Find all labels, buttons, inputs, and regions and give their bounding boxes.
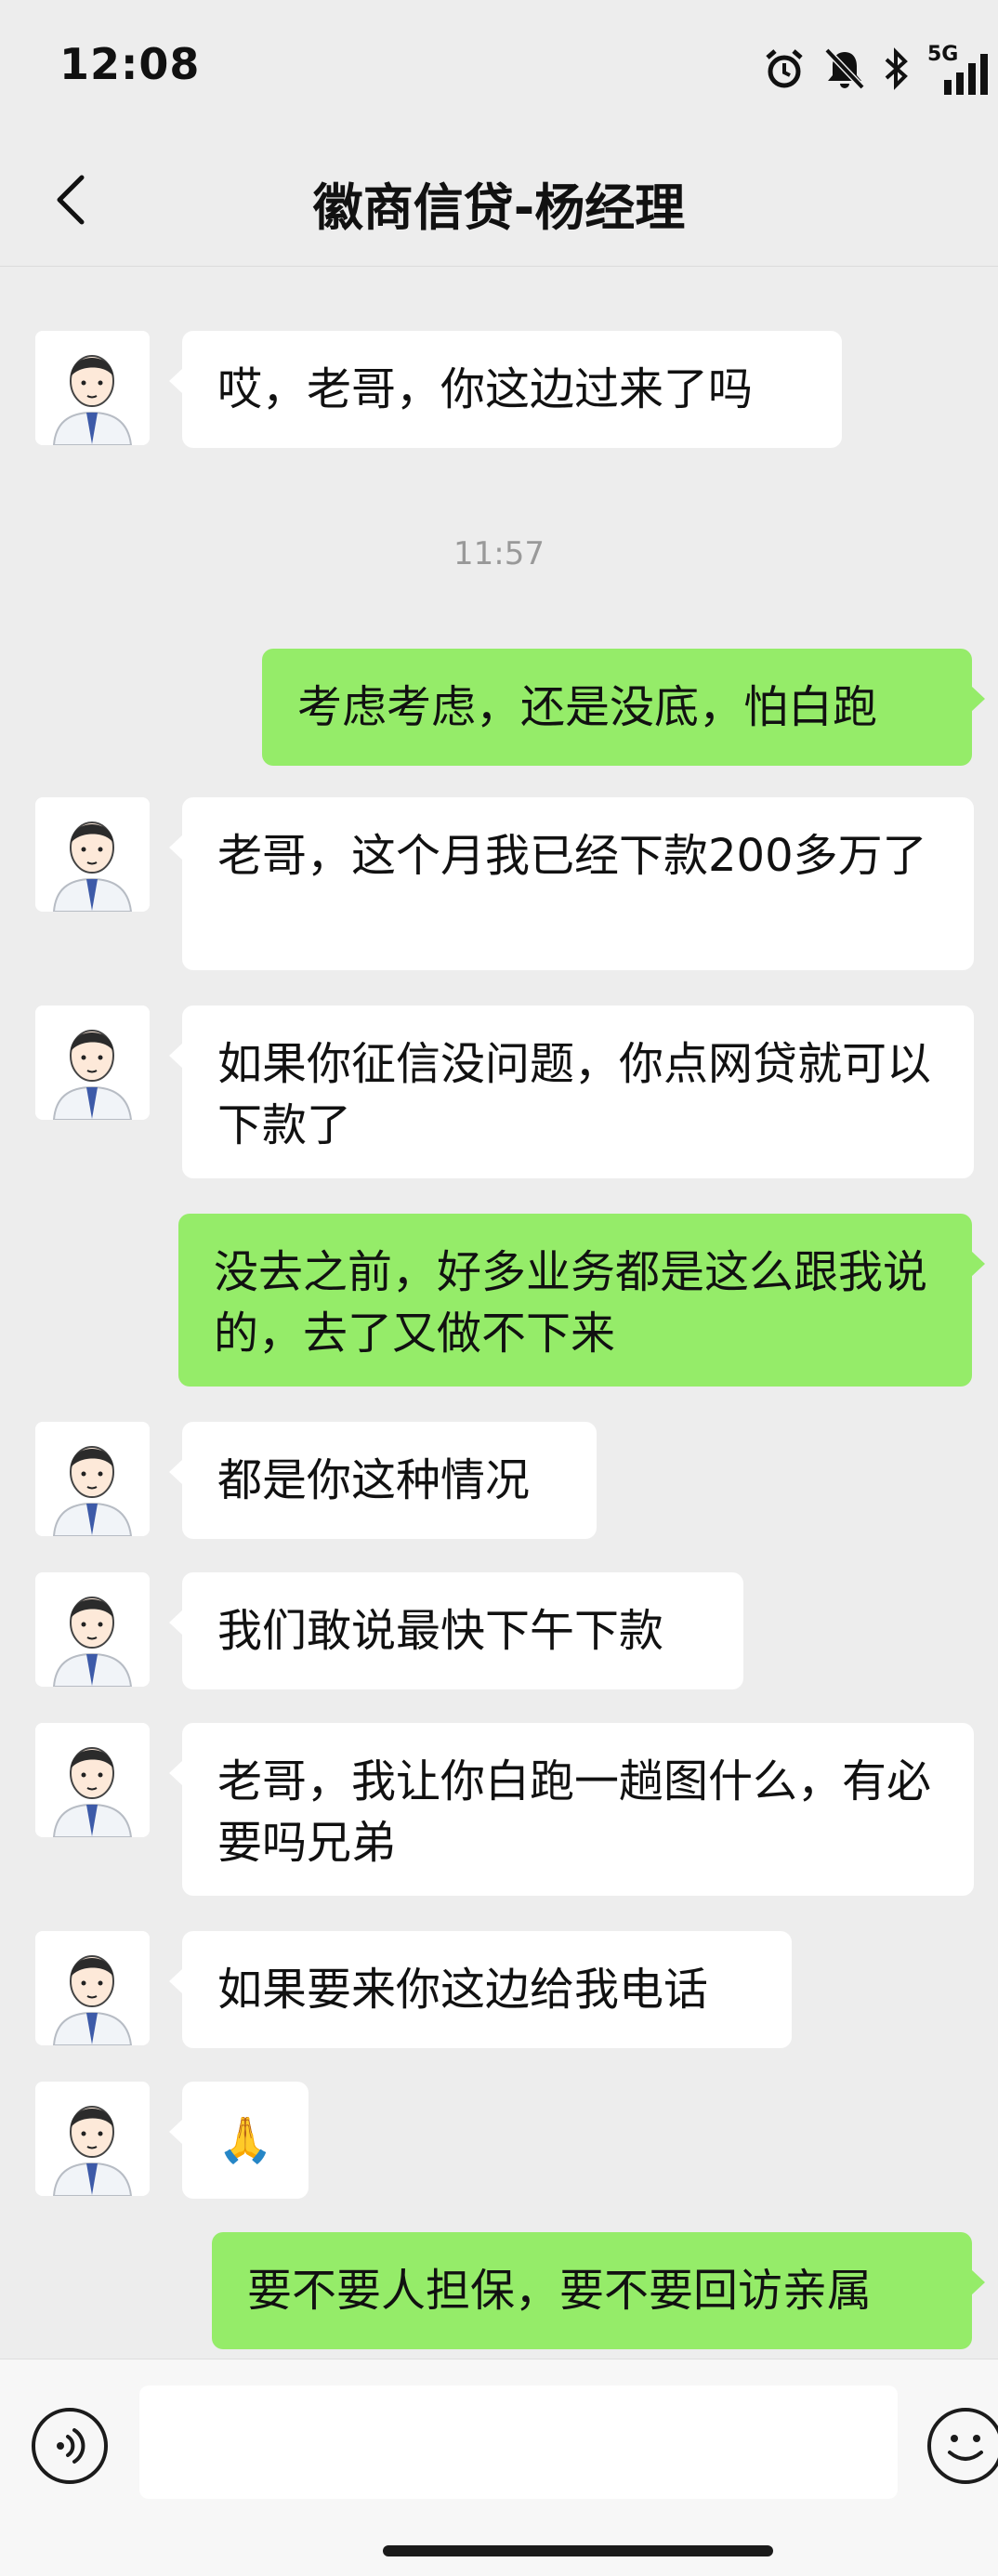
- praying-hands-emoji: 🙏: [217, 2114, 273, 2166]
- message-bubble[interactable]: 要不要人担保，要不要回访亲属: [212, 2232, 985, 2349]
- contact-avatar[interactable]: [35, 1422, 150, 1536]
- signal-icon: 5G: [927, 43, 989, 95]
- message-bubble[interactable]: 如果要来你这边给我电话: [169, 1931, 792, 2048]
- home-indicator[interactable]: [383, 2545, 773, 2556]
- message-text: 考虑考虑，还是没底，怕白跑: [297, 681, 878, 733]
- bluetooth-icon: [885, 47, 908, 90]
- notifications-off-icon: [824, 47, 865, 90]
- message-input[interactable]: [139, 2385, 898, 2499]
- message-text: 老哥，这个月我已经下款200多万了: [217, 830, 927, 882]
- message-text: 老哥，我让你白跑一趟图什么，有必要吗兄弟: [217, 1755, 932, 1869]
- message-text: 哎，老哥，你这边过来了吗: [217, 363, 754, 415]
- chat-title: 徽商信贷-杨经理: [312, 178, 686, 237]
- message-list[interactable]: 哎，老哥，你这边过来了吗 11:57 考虑考虑，还是没底，怕白跑 老哥，这个月我…: [0, 268, 998, 2359]
- message-text: 我们敢说最快下午下款: [217, 1605, 664, 1657]
- message-text: 如果你征信没问题，你点网贷就可以下款了: [217, 1038, 932, 1151]
- message-text: 要不要人担保，要不要回访亲属: [247, 2265, 873, 2317]
- message-bubble[interactable]: 🙏: [169, 2082, 309, 2199]
- message-bubble[interactable]: 都是你这种情况: [169, 1422, 597, 1539]
- contact-avatar[interactable]: [35, 1723, 150, 1837]
- message-bubble[interactable]: 考虑考虑，还是没底，怕白跑: [262, 649, 985, 766]
- input-bar: [0, 2359, 998, 2576]
- voice-icon: [57, 2428, 85, 2464]
- contact-avatar[interactable]: [35, 2082, 150, 2196]
- message-bubble[interactable]: 老哥，这个月我已经下款200多万了: [169, 797, 974, 970]
- status-bar: 12:08 5G: [0, 0, 998, 135]
- status-time: 12:08: [59, 39, 201, 89]
- contact-avatar[interactable]: [35, 797, 150, 912]
- message-bubble[interactable]: 没去之前，好多业务都是这么跟我说的，去了又做不下来: [178, 1214, 985, 1387]
- status-icons: 5G: [762, 41, 989, 97]
- voice-button[interactable]: [32, 2408, 108, 2484]
- chat-header: 徽商信贷-杨经理: [0, 135, 998, 267]
- contact-avatar[interactable]: [35, 331, 150, 445]
- message-text: 没去之前，好多业务都是这么跟我说的，去了又做不下来: [214, 1246, 928, 1360]
- contact-avatar[interactable]: [35, 1931, 150, 2045]
- message-bubble[interactable]: 老哥，我让你白跑一趟图什么，有必要吗兄弟: [169, 1723, 974, 1896]
- message-bubble[interactable]: 我们敢说最快下午下款: [169, 1572, 743, 1689]
- emoji-icon: [948, 2435, 983, 2461]
- message-text: 如果要来你这边给我电话: [217, 1964, 709, 2016]
- contact-avatar[interactable]: [35, 1005, 150, 1120]
- message-bubble[interactable]: 如果你征信没问题，你点网贷就可以下款了: [169, 1005, 974, 1178]
- message-bubble[interactable]: 哎，老哥，你这边过来了吗: [169, 331, 842, 448]
- message-text: 都是你这种情况: [217, 1454, 531, 1506]
- emoji-button[interactable]: [927, 2408, 998, 2484]
- contact-avatar[interactable]: [35, 1572, 150, 1687]
- alarm-icon: [766, 49, 803, 88]
- time-divider: 11:57: [453, 535, 545, 572]
